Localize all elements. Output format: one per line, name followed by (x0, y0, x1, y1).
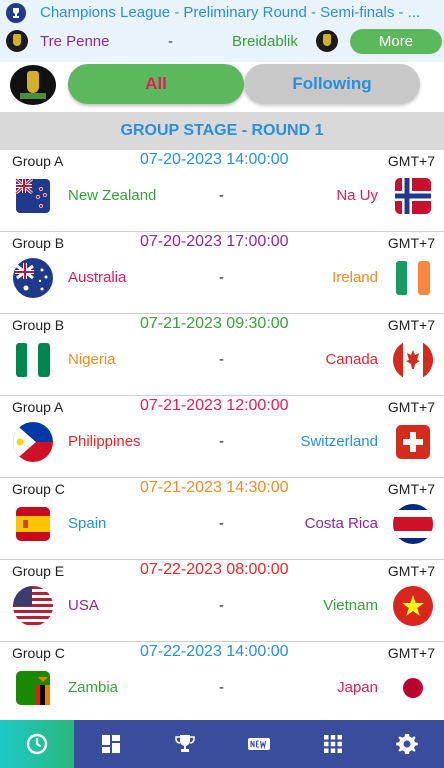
away-team-name: Na Uy (336, 187, 378, 204)
match-datetime: 07-21-2023 09:30:00 (140, 315, 289, 332)
home-team-name: USA (68, 597, 99, 614)
match-timezone: GMT+7 (387, 153, 435, 169)
match-timezone: GMT+7 (387, 399, 435, 415)
ireland-flag-icon (396, 261, 430, 295)
match-separator: - (219, 597, 224, 614)
news-icon (248, 738, 270, 750)
league-badge-icon[interactable] (10, 65, 56, 105)
filter-bar: All Following (0, 62, 444, 110)
away-team-name: Costa Rica (304, 515, 378, 532)
away-team-logo (316, 30, 338, 52)
match-group: Group C (12, 481, 65, 497)
trophy-icon (175, 735, 195, 752)
match-row[interactable]: Group E 07-22-2023 08:00:00 GMT+7 USA - … (0, 560, 444, 642)
away-team-name: Japan (337, 679, 378, 696)
match-row[interactable]: Group B 07-21-2023 09:30:00 GMT+7 Nigeri… (0, 314, 444, 396)
zambia-flag-icon (16, 671, 50, 705)
match-group: Group E (12, 563, 65, 579)
away-team-name: Canada (325, 351, 378, 368)
match-separator: - (219, 269, 224, 286)
home-team-name: New Zealand (68, 187, 157, 204)
nav-leagues[interactable] (148, 720, 222, 768)
match-separator: - (219, 187, 224, 204)
match-datetime: 07-20-2023 14:00:00 (140, 151, 289, 168)
away-team-name: Vietnam (323, 597, 378, 614)
more-button[interactable]: More (350, 29, 442, 54)
current-match-banner[interactable]: Champions League - Preliminary Round - S… (0, 0, 444, 62)
match-separator: - (219, 515, 224, 532)
match-list: Group A 07-20-2023 14:00:00 GMT+7 New Ze… (0, 150, 444, 724)
match-timezone: GMT+7 (387, 563, 435, 579)
home-team-name: Australia (68, 269, 127, 286)
spain-flag-icon (16, 507, 50, 541)
match-group: Group A (12, 399, 64, 415)
match-row[interactable]: Group A 07-21-2023 12:00:00 GMT+7 Philip… (0, 396, 444, 478)
grid-icon (324, 735, 342, 753)
banner-separator: - (168, 33, 173, 50)
match-row[interactable]: Group A 07-20-2023 14:00:00 GMT+7 New Ze… (0, 150, 444, 232)
dashboard-icon (102, 735, 120, 753)
new-zealand-flag-icon (15, 177, 50, 213)
bottom-nav (0, 720, 444, 768)
usa-flag-icon (13, 586, 53, 626)
japan-flag-icon (393, 668, 433, 708)
nav-apps[interactable] (296, 720, 370, 768)
match-row[interactable]: Group C 07-21-2023 14:30:00 GMT+7 Spain … (0, 478, 444, 560)
home-team-name: Zambia (68, 679, 119, 696)
home-team-logo (6, 30, 28, 52)
match-datetime: 07-22-2023 14:00:00 (140, 643, 289, 660)
banner-away-team: Breidablik (232, 33, 298, 50)
home-team-name: Spain (68, 515, 107, 532)
match-group: Group B (12, 235, 65, 251)
gear-icon (396, 734, 418, 754)
match-timezone: GMT+7 (387, 235, 435, 251)
match-row[interactable]: Group C 07-22-2023 14:00:00 GMT+7 Zambia… (0, 642, 444, 724)
philippines-flag-icon (13, 422, 53, 462)
nigeria-flag-icon (16, 343, 50, 377)
away-team-name: Ireland (332, 269, 378, 286)
match-group: Group B (12, 317, 65, 333)
match-group: Group A (12, 153, 64, 169)
match-group: Group C (12, 645, 65, 661)
match-separator: - (219, 679, 224, 696)
match-datetime: 07-21-2023 14:30:00 (140, 479, 289, 496)
banner-home-team: Tre Penne (40, 33, 110, 50)
tab-all[interactable]: All (68, 64, 244, 104)
home-team-name: Philippines (68, 433, 141, 450)
canada-flag-icon (393, 340, 433, 380)
stage-header: GROUP STAGE - ROUND 1 (0, 112, 444, 150)
costa-rica-flag-icon (393, 504, 433, 544)
match-datetime: 07-22-2023 08:00:00 (140, 561, 289, 578)
away-team-name: Switzerland (300, 433, 378, 450)
match-separator: - (219, 351, 224, 368)
banner-title: Champions League - Preliminary Round - S… (40, 4, 421, 21)
trophy-logo-icon (6, 3, 26, 23)
vietnam-flag-icon (393, 586, 433, 626)
australia-flag-icon (13, 258, 53, 298)
nav-dashboard[interactable] (74, 720, 148, 768)
match-timezone: GMT+7 (387, 645, 435, 661)
switzerland-flag-icon (396, 425, 430, 459)
match-timezone: GMT+7 (387, 481, 435, 497)
match-row[interactable]: Group B 07-20-2023 17:00:00 GMT+7 Austra… (0, 232, 444, 314)
home-team-name: Nigeria (68, 351, 116, 368)
nav-schedule[interactable] (0, 720, 74, 768)
match-timezone: GMT+7 (387, 317, 435, 333)
banner-match-row: Tre Penne - Breidablik More (0, 28, 444, 56)
tab-following[interactable]: Following (244, 64, 420, 104)
match-datetime: 07-20-2023 17:00:00 (140, 233, 289, 250)
nav-news[interactable] (222, 720, 296, 768)
match-datetime: 07-21-2023 12:00:00 (140, 397, 289, 414)
clock-icon (26, 733, 48, 755)
match-separator: - (219, 433, 224, 450)
nav-settings[interactable] (370, 720, 444, 768)
norway-flag-icon (395, 178, 431, 214)
